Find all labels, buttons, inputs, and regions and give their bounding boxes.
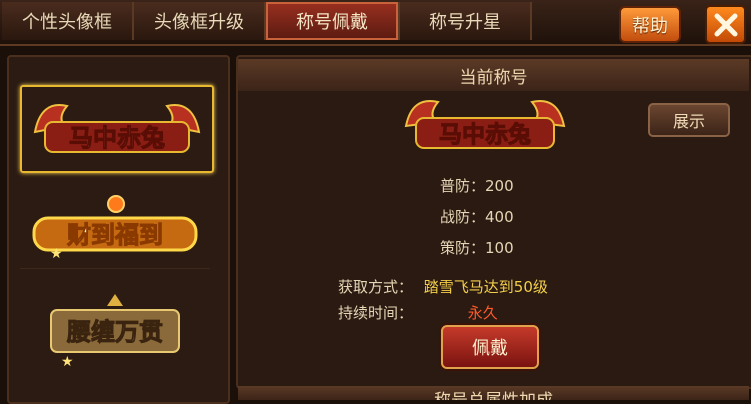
wealth-title-emblem: ★ 腰缠万贯 — [50, 294, 180, 370]
close-icon — [714, 13, 737, 36]
emblem-title-text: 马中赤兔 — [439, 121, 531, 148]
star-icon: ★ — [61, 354, 74, 370]
stat-battle-defense: 战防：400 — [440, 206, 514, 227]
close-button[interactable] — [705, 5, 746, 44]
tab-label: 个性头像框 — [22, 12, 112, 33]
stat-label: 普防： — [440, 177, 486, 195]
help-label: 帮助 — [632, 15, 668, 37]
tab-title-star[interactable]: 称号升星 — [400, 2, 532, 40]
duration-row: 持续时间： 永久 — [338, 302, 498, 323]
tab-label: 头像框升级 — [154, 12, 244, 33]
obtain-label: 获取方式： — [338, 278, 414, 296]
current-title-emblem-wrap: 马中赤兔 — [400, 90, 570, 160]
emblem-title-text: 腰缠万贯 — [66, 317, 163, 346]
help-button[interactable]: 帮助 — [619, 6, 681, 43]
horse-title-emblem: 马中赤兔 — [33, 104, 201, 153]
show-button[interactable]: 展示 — [648, 103, 730, 137]
title-item[interactable]: ★ 腰缠万贯 — [20, 285, 210, 375]
total-bonus-header: 称号总属性加成 — [238, 386, 749, 400]
stat-label: 战防： — [440, 208, 486, 226]
duration-label: 持续时间： — [338, 304, 414, 322]
emblem-title-text: 马中赤兔 — [69, 123, 165, 152]
tab-label: 称号升星 — [429, 12, 501, 33]
duration-value: 永久 — [467, 304, 498, 322]
stat-value: 400 — [485, 208, 514, 226]
stat-label: 策防： — [440, 239, 486, 257]
wear-label: 佩戴 — [472, 338, 508, 359]
tab-title-wear[interactable]: 称号佩戴 — [266, 2, 400, 40]
emblem-title-text: 财到福到 — [67, 220, 163, 249]
stat-value: 100 — [485, 239, 514, 257]
wear-button[interactable]: 佩戴 — [441, 325, 539, 369]
stat-strategy-defense: 策防：100 — [440, 237, 514, 258]
show-label: 展示 — [672, 112, 705, 131]
section-title: 当前称号 — [459, 67, 528, 88]
obtain-value: 踏雪飞马达到50级 — [423, 278, 548, 296]
star-icon: ★ — [50, 246, 63, 262]
tab-avatar-frame[interactable]: 个性头像框 — [2, 2, 134, 40]
fortune-title-emblem: ★ 财到福到 — [32, 195, 198, 262]
tab-frame-upgrade[interactable]: 头像框升级 — [134, 2, 266, 40]
stat-value: 200 — [485, 177, 514, 195]
title-item[interactable]: ★ 财到福到 — [20, 188, 210, 269]
section-title: 称号总属性加成 — [434, 391, 553, 400]
tab-label: 称号佩戴 — [296, 12, 368, 33]
obtain-method-row: 获取方式： 踏雪飞马达到50级 — [338, 276, 548, 297]
stat-normal-defense: 普防：200 — [440, 175, 514, 196]
current-title-header: 当前称号 — [238, 59, 749, 91]
horse-title-emblem: 马中赤兔 — [404, 100, 566, 149]
title-item-selected[interactable]: 马中赤兔 — [20, 85, 214, 173]
